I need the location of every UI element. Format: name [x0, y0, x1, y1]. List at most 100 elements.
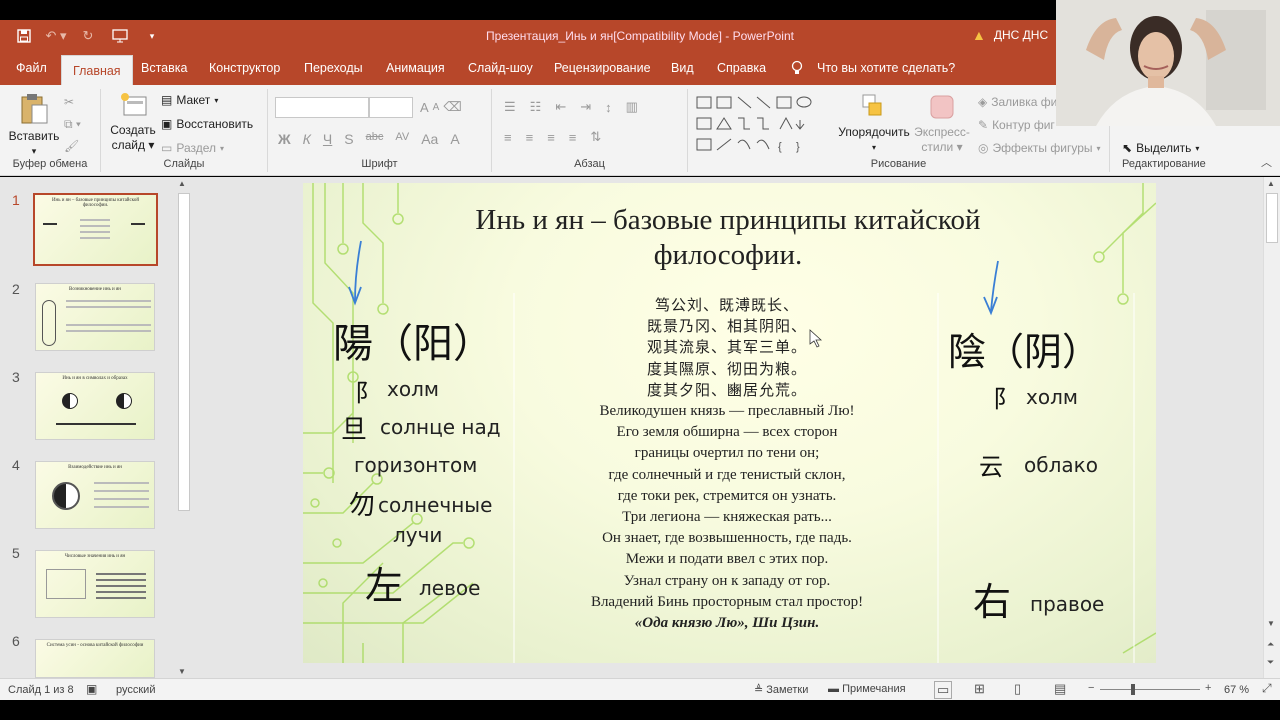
tab-animation[interactable]: Анимация: [386, 52, 445, 85]
language-indicator[interactable]: русский: [116, 684, 155, 696]
shape-fill-button[interactable]: ◈ Заливка фи: [978, 95, 1057, 109]
strike-button[interactable]: abc: [366, 131, 384, 147]
layout-button[interactable]: ▤ Макет ▾: [161, 93, 218, 107]
scroll-down-icon[interactable]: ▼: [1267, 619, 1275, 628]
spacing-button[interactable]: AV: [395, 131, 409, 147]
cloud-character: 云: [979, 453, 1003, 481]
slide-thumbnail-5[interactable]: Числовые значения инь и ян: [35, 550, 155, 618]
notes-icon: ≜: [754, 684, 764, 696]
notes-button[interactable]: ≜ Заметки: [754, 683, 808, 696]
text-direction-icon[interactable]: ⇅: [590, 129, 601, 145]
comments-button[interactable]: ▬ Примечания: [828, 683, 906, 695]
quick-styles-button[interactable]: Экспресс- стили ▾: [910, 93, 974, 155]
numbering-icon[interactable]: ☷: [530, 99, 542, 115]
slide-thumbnail-1[interactable]: Инь и ян – базовые принципы китайской фи…: [33, 193, 158, 266]
normal-view-icon[interactable]: ▭: [934, 681, 953, 699]
underline-button[interactable]: Ч: [323, 131, 332, 147]
scroll-thumb[interactable]: [1266, 193, 1278, 243]
poem-cn-line: 观其流泉、其军三单。: [646, 338, 807, 357]
fit-slide-icon[interactable]: ⤢: [1262, 681, 1272, 696]
italic-button[interactable]: К: [303, 131, 311, 147]
lightbulb-icon: [791, 60, 803, 74]
indent-decrease-icon[interactable]: ⇤: [555, 99, 566, 115]
shape-effects-button[interactable]: ◎ Эффекты фигуры ▾: [978, 141, 1101, 155]
reset-button[interactable]: ▣ Восстановить: [161, 117, 253, 131]
tab-help[interactable]: Справка: [717, 52, 766, 85]
grow-font-icon[interactable]: A: [420, 100, 429, 115]
align-center-icon[interactable]: ≡: [526, 130, 534, 145]
zoom-slider[interactable]: [1100, 689, 1200, 690]
columns-icon[interactable]: ▥: [626, 99, 638, 115]
format-painter-icon[interactable]: 🖌: [64, 139, 79, 153]
scroll-down-icon[interactable]: ▼: [178, 667, 186, 676]
slide-title[interactable]: Инь и ян – базовые принципы китайской фи…: [423, 203, 1033, 273]
shape-fill-label: Заливка фи: [991, 95, 1058, 109]
tab-review[interactable]: Рецензирование: [554, 52, 651, 85]
reset-icon: ▣: [161, 117, 173, 131]
section-button[interactable]: ▭ Раздел ▾: [161, 141, 224, 155]
zoom-out-icon[interactable]: −: [1088, 682, 1094, 694]
yang-character[interactable]: 陽（阳）: [333, 311, 493, 369]
paste-button[interactable]: Вставить ▾: [6, 91, 62, 159]
align-right-icon[interactable]: ≡: [547, 130, 555, 145]
poem-block[interactable]: 笃公刘、既溥既长、 既景乃冈、相其阴阳、 观其流泉、其军三单。 度其隰原、彻田为…: [515, 295, 939, 634]
slideshow-view-icon[interactable]: ▤: [1054, 681, 1066, 697]
zoom-in-icon[interactable]: +: [1205, 682, 1211, 694]
slide-thumbnail-2[interactable]: Возникновение инь и ян: [35, 283, 155, 351]
shrink-font-icon[interactable]: A: [433, 102, 440, 113]
tab-insert[interactable]: Вставка: [141, 52, 187, 85]
copy-icon[interactable]: ⧉ ▾: [64, 117, 81, 132]
reading-view-icon[interactable]: ▯: [1014, 681, 1021, 697]
slide-thumbnail-6[interactable]: Система усин - основа китайской философи…: [35, 639, 155, 678]
case-button[interactable]: Aa: [421, 131, 438, 147]
prev-slide-icon[interactable]: ⏶: [1267, 639, 1274, 650]
scroll-thumb[interactable]: [178, 193, 190, 511]
line-spacing-icon[interactable]: ↕: [605, 100, 612, 115]
slide-thumbnail-3[interactable]: Инь и ян в символах и образах: [35, 372, 155, 440]
cloud-label: облако: [1024, 453, 1098, 477]
spellcheck-icon[interactable]: ▣: [86, 682, 97, 696]
zoom-level[interactable]: 67 %: [1224, 684, 1249, 696]
new-slide-button[interactable]: Создать слайд ▾: [109, 91, 157, 153]
tab-file[interactable]: Файл: [16, 52, 47, 85]
yin-character[interactable]: 陰（阴）: [948, 321, 1100, 376]
collapse-ribbon-icon[interactable]: ︿: [1261, 154, 1272, 170]
paste-dropdown-icon: ▾: [31, 146, 37, 156]
tab-slideshow[interactable]: Слайд-шоу: [468, 52, 533, 85]
shadow-button[interactable]: S: [344, 131, 353, 147]
thumbnail-scrollbar[interactable]: ▲ ▼: [176, 177, 192, 678]
tab-transitions[interactable]: Переходы: [304, 52, 363, 85]
slide-canvas[interactable]: Инь и ян – базовые принципы китайской фи…: [303, 183, 1156, 663]
svg-text:{: {: [778, 141, 782, 153]
clear-format-icon[interactable]: ⌫: [443, 99, 461, 115]
font-size-combo[interactable]: [369, 97, 413, 118]
slide-thumbnail-4[interactable]: Взаимодействие инь и ян: [35, 461, 155, 529]
font-name-combo[interactable]: [275, 97, 369, 118]
tab-view[interactable]: Вид: [671, 52, 694, 85]
arrange-button[interactable]: Упорядочить ▾: [834, 93, 914, 155]
cut-icon[interactable]: ✂: [64, 95, 74, 109]
font-color-button[interactable]: A: [450, 131, 459, 147]
next-slide-icon[interactable]: ⏷: [1267, 657, 1274, 668]
thumb-title: Числовые значения инь и ян: [64, 554, 126, 559]
indent-increase-icon[interactable]: ⇥: [580, 99, 591, 115]
tab-home[interactable]: Главная: [61, 55, 133, 85]
account-area[interactable]: ▲ ДНС ДНС: [972, 27, 1048, 43]
scroll-up-icon[interactable]: ▲: [178, 179, 186, 188]
sorter-view-icon[interactable]: ⊞: [974, 681, 985, 697]
align-left-icon[interactable]: ≡: [504, 130, 512, 145]
slide-scrollbar[interactable]: ▲ ▼ ⏶ ⏷: [1263, 177, 1280, 678]
shape-effects-label: Эффекты фигуры: [992, 141, 1093, 155]
bullets-icon[interactable]: ☰: [504, 99, 516, 115]
bold-button[interactable]: Ж: [278, 131, 291, 147]
shapes-gallery-icon[interactable]: {}: [696, 93, 824, 155]
thumb-title: Инь и ян в символах и образах: [62, 376, 128, 381]
zoom-slider-thumb[interactable]: [1131, 684, 1135, 695]
tab-design[interactable]: Конструктор: [209, 52, 280, 85]
effects-icon: ◎: [978, 141, 989, 155]
scroll-up-icon[interactable]: ▲: [1267, 179, 1275, 188]
justify-icon[interactable]: ≡: [569, 130, 577, 145]
select-button[interactable]: ⬉ Выделить ▾: [1122, 141, 1199, 155]
tell-me-search[interactable]: Что вы хотите сделать?: [817, 52, 955, 85]
shape-outline-button[interactable]: ✎ Контур фиг: [978, 118, 1055, 132]
